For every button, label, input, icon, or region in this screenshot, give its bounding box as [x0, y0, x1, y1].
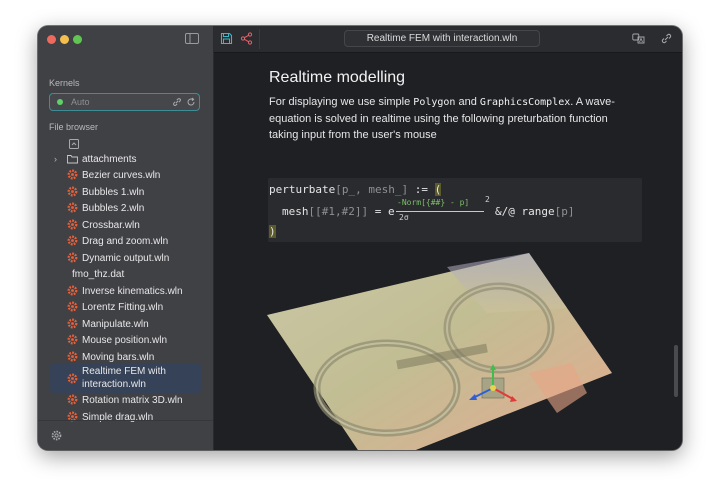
file-item-attachments[interactable]: › attachments	[50, 153, 201, 166]
code-token: [p]	[554, 205, 575, 218]
wolfram-file-icon	[67, 351, 78, 362]
sidebar-toggle-icon[interactable]	[185, 33, 199, 44]
file-item[interactable]: Simple drag.wln	[50, 411, 201, 424]
file-label: attachments	[82, 154, 137, 165]
inline-code-polygon: Polygon	[413, 97, 456, 108]
file-label: Bezier curves.wln	[82, 170, 161, 181]
code-token: &/@ range	[495, 205, 555, 218]
code-token: )	[269, 225, 276, 238]
file-label: Dynamic output.wln	[82, 253, 170, 264]
code-token: :=	[408, 183, 435, 196]
wolfram-file-icon	[67, 169, 78, 180]
file-item[interactable]: Bezier curves.wln	[50, 169, 201, 182]
wolfram-file-icon	[67, 219, 78, 230]
inline-code-graphicscomplex: GraphicsComplex	[479, 97, 571, 108]
file-item[interactable]: Mouse position.wln	[50, 334, 201, 347]
zoom-window-button[interactable]	[73, 35, 82, 44]
exponent-denominator: 2σ	[399, 213, 409, 222]
code-line-1: perturbate[p_, mesh_] := (	[269, 183, 442, 196]
wolfram-file-icon	[67, 202, 78, 213]
file-item-active[interactable]: Realtime FEM with interaction.wln	[50, 363, 201, 393]
code-token: = e	[368, 205, 395, 218]
close-window-button[interactable]	[47, 35, 56, 44]
app-window: Kernels Auto File browser › attachments …	[38, 26, 682, 450]
code-token: perturbate	[269, 183, 336, 196]
code-line-2-tail: &/@ range[p]	[495, 205, 574, 218]
code-line-2: mesh[[#1,#2]] = e	[282, 205, 395, 218]
kernel-value: Auto	[71, 97, 90, 107]
fem-3d-plot[interactable]	[267, 253, 612, 450]
file-item[interactable]: Bubbles 2.wln	[50, 202, 201, 215]
translate-icon[interactable]	[632, 32, 645, 45]
wolfram-file-icon	[67, 285, 78, 296]
fraction-bar	[396, 211, 484, 212]
kernel-status-indicator	[57, 99, 63, 105]
section-heading: Realtime modelling	[269, 69, 406, 86]
file-label: Simple drag.wln	[82, 412, 154, 423]
wolfram-file-icon	[67, 373, 78, 384]
gizmo-center[interactable]	[490, 385, 496, 391]
toolbar-divider	[259, 29, 260, 49]
para-text: and	[455, 96, 480, 108]
code-token: [p_, mesh_]	[335, 183, 409, 196]
file-label: Bubbles 2.wln	[82, 203, 145, 214]
file-item[interactable]: Dynamic output.wln	[50, 252, 201, 265]
folder-icon	[67, 155, 78, 164]
file-item[interactable]: Lorentz Fitting.wln	[50, 301, 201, 314]
file-item[interactable]: Drag and zoom.wln	[50, 235, 201, 248]
file-browser-title: File browser	[49, 122, 99, 132]
chevron-right-icon[interactable]: ›	[54, 153, 57, 166]
wolfram-file-icon	[67, 334, 78, 345]
file-label: Manipulate.wln	[82, 319, 149, 330]
file-label: Inverse kinematics.wln	[82, 286, 183, 297]
para-text: For displaying we use simple	[269, 96, 414, 108]
file-label: Bubbles 1.wln	[82, 187, 145, 198]
file-label-line-2: interaction.wln	[82, 379, 146, 390]
go-up-folder-icon[interactable]	[69, 139, 79, 149]
sidebar-divider	[38, 420, 213, 421]
link-icon[interactable]	[660, 32, 673, 45]
kernels-title: Kernels	[49, 78, 80, 88]
file-label: Rotation matrix 3D.wln	[82, 395, 183, 406]
file-item[interactable]: fmo_thz.dat	[50, 268, 201, 281]
file-label: Mouse position.wln	[82, 335, 168, 346]
exponent-numerator: -Norm[{##} - p]	[397, 198, 470, 207]
exponent-square: 2	[485, 195, 490, 204]
wolfram-file-icon	[67, 301, 78, 312]
description-paragraph: For displaying we use simple Polygon and…	[269, 94, 637, 143]
code-token: (	[434, 183, 442, 196]
file-item[interactable]: Rotation matrix 3D.wln	[50, 394, 201, 407]
share-icon[interactable]	[240, 32, 253, 45]
refresh-icon[interactable]	[186, 97, 196, 107]
toolbar: Realtime FEM with interaction.wln	[214, 26, 682, 53]
wolfram-file-icon	[67, 318, 78, 329]
minimize-window-button[interactable]	[60, 35, 69, 44]
sidebar: Kernels Auto File browser › attachments …	[38, 26, 214, 450]
file-label: Drag and zoom.wln	[82, 236, 169, 247]
wolfram-file-icon	[67, 186, 78, 197]
vertical-scrollbar[interactable]	[674, 345, 678, 397]
file-label: Lorentz Fitting.wln	[82, 302, 164, 313]
code-cell[interactable]: perturbate[p_, mesh_] := ( mesh[[#1,#2]]…	[268, 178, 642, 242]
file-label: Crossbar.wln	[82, 220, 140, 231]
file-item[interactable]: Inverse kinematics.wln	[50, 285, 201, 298]
code-token: [[#1,#2]]	[308, 205, 369, 218]
window-title: Realtime FEM with interaction.wln	[344, 30, 540, 47]
wolfram-file-icon	[67, 252, 78, 263]
file-label: fmo_thz.dat	[72, 269, 125, 280]
save-icon[interactable]	[220, 32, 233, 45]
wolfram-file-icon	[67, 235, 78, 246]
notebook-content: Realtime modelling For displaying we use…	[214, 53, 682, 450]
link-icon[interactable]	[172, 97, 182, 107]
file-label: Realtime FEM with	[82, 366, 166, 377]
kernel-selector[interactable]: Auto	[49, 93, 200, 111]
code-token: mesh	[282, 205, 309, 218]
gear-icon[interactable]	[51, 430, 62, 441]
file-item[interactable]: Crossbar.wln	[50, 219, 201, 232]
code-line-3: )	[269, 225, 276, 238]
wolfram-file-icon	[67, 394, 78, 405]
file-item[interactable]: Manipulate.wln	[50, 318, 201, 331]
file-item[interactable]: Bubbles 1.wln	[50, 186, 201, 199]
